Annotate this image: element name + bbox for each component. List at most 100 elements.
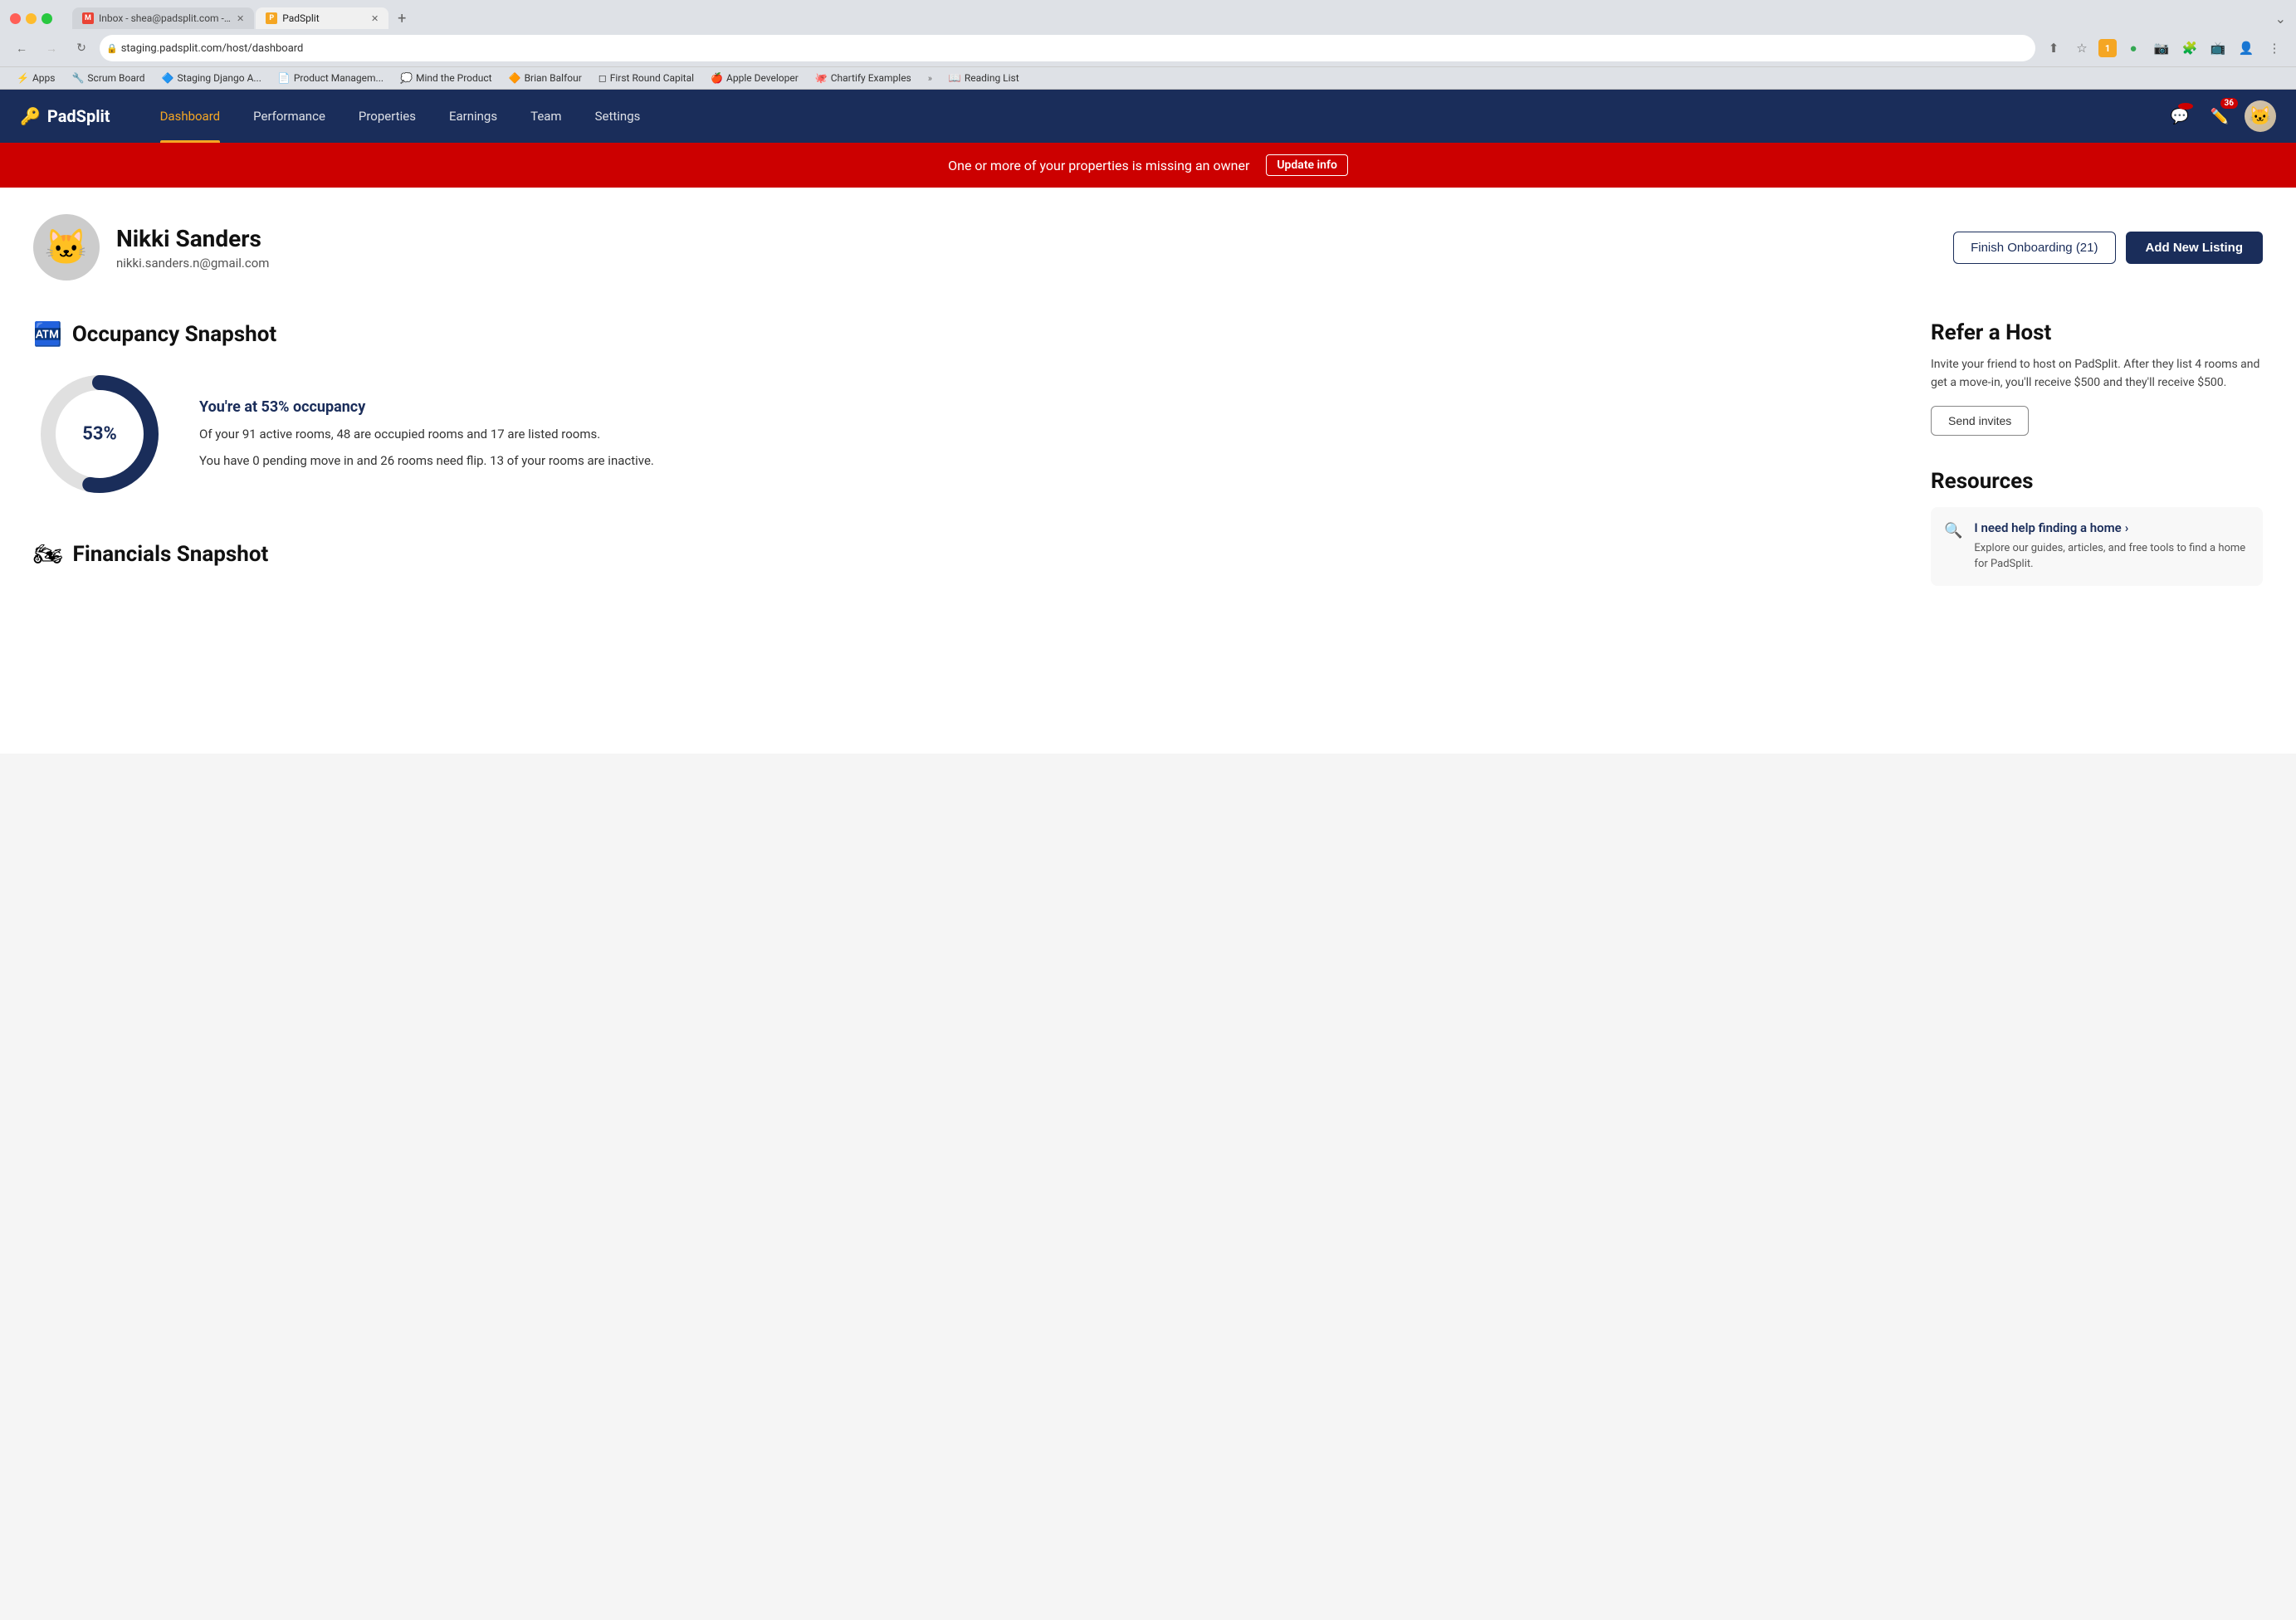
left-column: 🏧 Occupancy Snapshot 53% (33, 320, 1891, 588)
nav-link-properties[interactable]: Properties (342, 90, 432, 143)
nav-link-dashboard[interactable]: Dashboard (144, 90, 237, 143)
resource-content: I need help finding a home › Explore our… (1974, 520, 2250, 573)
refer-title: Refer a Host (1931, 320, 2263, 345)
edit-notifications-button[interactable]: ✏️ 36 (2205, 101, 2235, 131)
close-button[interactable] (10, 13, 21, 24)
bookmark-chartify[interactable]: 🐙 Chartify Examples (808, 71, 918, 85)
chat-icon: 💬 (2171, 108, 2189, 125)
nav-link-team[interactable]: Team (514, 90, 579, 143)
chevron-right-icon: › (2125, 520, 2129, 535)
add-new-listing-button[interactable]: Add New Listing (2126, 232, 2264, 264)
extension-yellow-icon[interactable]: 1 (2098, 39, 2117, 57)
tab-padsplit[interactable]: P PadSplit ✕ (256, 7, 388, 29)
right-column: Refer a Host Invite your friend to host … (1931, 320, 2263, 588)
donut-chart: 53% (33, 368, 166, 500)
extensions-icon[interactable]: 🧩 (2178, 37, 2201, 60)
more-menu-button[interactable]: ⋮ (2263, 37, 2286, 60)
extension-green-icon[interactable]: ● (2122, 37, 2145, 60)
avatar-image: 🐱 (2249, 106, 2271, 127)
bookmark-brian-label: Brian Balfour (525, 72, 582, 84)
profile-icon[interactable]: 👤 (2235, 37, 2258, 60)
resource-link-text: I need help finding a home › (1974, 520, 2250, 535)
share-icon[interactable]: ⬆ (2042, 37, 2065, 60)
search-icon: 🔍 (1944, 522, 1962, 539)
profile-avatar: 🐱 (33, 214, 100, 281)
occupancy-text: You're at 53% occupancy Of your 91 activ… (199, 398, 1891, 471)
bookmark-product[interactable]: 📄 Product Managem... (271, 71, 390, 85)
occupancy-section: 🏧 Occupancy Snapshot 53% (33, 320, 1891, 500)
bookmark-icon[interactable]: ☆ (2070, 37, 2093, 60)
nav-logo[interactable]: 🔑 PadSplit (20, 106, 110, 126)
main-content: 🐱 Nikki Sanders nikki.sanders.n@gmail.co… (0, 188, 2296, 614)
bookmark-mind-icon: 💭 (400, 72, 413, 84)
fullscreen-button[interactable] (42, 13, 52, 24)
back-button[interactable]: ← (10, 37, 33, 60)
occupancy-title: Occupancy Snapshot (72, 322, 276, 347)
new-tab-button[interactable]: + (390, 7, 413, 30)
padsplit-favicon: P (266, 12, 277, 24)
occupancy-icon: 🏧 (33, 320, 62, 348)
profile-name: Nikki Sanders (116, 225, 269, 252)
tab-gmail-label: Inbox - shea@padsplit.com - P... (99, 12, 232, 24)
browser-titlebar: M Inbox - shea@padsplit.com - P... ✕ P P… (0, 0, 2296, 30)
avatar-cat-image: 🐱 (45, 227, 88, 268)
nav-icons: 💬 ✏️ 36 🐱 (2165, 100, 2276, 132)
tab-list-button[interactable]: ⌄ (2275, 11, 2286, 27)
resource-item-find-home[interactable]: 🔍 I need help finding a home › Explore o… (1931, 507, 2263, 586)
bookmark-brian[interactable]: 🔶 Brian Balfour (502, 71, 589, 85)
update-info-link[interactable]: Update info (1266, 154, 1348, 176)
occupancy-detail-line2: You have 0 pending move in and 26 rooms … (199, 451, 1891, 471)
user-avatar[interactable]: 🐱 (2245, 100, 2276, 132)
bookmark-apps-icon: ⚡ (17, 72, 29, 84)
finish-onboarding-button[interactable]: Finish Onboarding (21) (1953, 232, 2115, 264)
financials-section: 🏍 Financials Snapshot (33, 540, 1891, 568)
bookmark-product-icon: 📄 (278, 72, 291, 84)
address-bar[interactable]: 🔒 staging.padsplit.com/host/dashboard (100, 35, 2035, 61)
alert-message: One or more of your properties is missin… (948, 158, 1249, 173)
nav-logo-text: PadSplit (47, 106, 110, 126)
notification-badge (2178, 103, 2193, 110)
minimize-button[interactable] (26, 13, 37, 24)
bookmark-brian-icon: 🔶 (509, 72, 521, 84)
camera-icon[interactable]: 📷 (2150, 37, 2173, 60)
bookmark-first-round[interactable]: ◻ First Round Capital (592, 71, 701, 85)
bookmark-apps-label: Apps (32, 72, 56, 84)
traffic-lights (10, 13, 52, 24)
lock-icon: 🔒 (106, 43, 118, 54)
bookmark-chartify-label: Chartify Examples (831, 72, 911, 84)
nav-link-performance[interactable]: Performance (237, 90, 342, 143)
nav-logo-icon: 🔑 (20, 106, 41, 126)
refer-card: Refer a Host Invite your friend to host … (1931, 320, 2263, 436)
alert-banner: One or more of your properties is missin… (0, 143, 2296, 188)
bookmark-apple[interactable]: 🍎 Apple Developer (704, 71, 805, 85)
address-text: staging.padsplit.com/host/dashboard (121, 42, 304, 55)
more-bookmarks[interactable]: » (921, 71, 939, 85)
notifications-button[interactable]: 💬 (2165, 101, 2195, 131)
donut-center-label: 53% (82, 424, 117, 445)
tab-padsplit-close[interactable]: ✕ (371, 13, 379, 24)
cast-icon[interactable]: 📺 (2206, 37, 2230, 60)
edit-badge: 36 (2220, 98, 2238, 109)
forward-button[interactable]: → (40, 37, 63, 60)
bookmark-apps[interactable]: ⚡ Apps (10, 71, 61, 85)
nav-link-settings[interactable]: Settings (579, 90, 657, 143)
bookmark-mind[interactable]: 💭 Mind the Product (393, 71, 499, 85)
occupancy-header: 🏧 Occupancy Snapshot (33, 320, 1891, 348)
top-nav: 🔑 PadSplit Dashboard Performance Propert… (0, 90, 2296, 143)
resources-card: Resources 🔍 I need help finding a home ›… (1931, 469, 2263, 586)
bookmark-reading-list[interactable]: 📖 Reading List (942, 71, 1026, 85)
resource-link-label: I need help finding a home (1974, 520, 2121, 535)
tab-gmail-close[interactable]: ✕ (237, 13, 244, 24)
reading-list-label: Reading List (965, 72, 1019, 84)
bookmark-staging[interactable]: 🔷 Staging Django A... (155, 71, 268, 85)
refer-description: Invite your friend to host on PadSplit. … (1931, 355, 2263, 393)
send-invites-button[interactable]: Send invites (1931, 406, 2029, 436)
nav-link-earnings[interactable]: Earnings (432, 90, 514, 143)
dashboard-grid: 🏧 Occupancy Snapshot 53% (33, 320, 2263, 588)
reload-button[interactable]: ↻ (70, 37, 93, 60)
bookmark-product-label: Product Managem... (294, 72, 383, 84)
browser-toolbar: ← → ↻ 🔒 staging.padsplit.com/host/dashbo… (0, 30, 2296, 66)
tab-gmail[interactable]: M Inbox - shea@padsplit.com - P... ✕ (72, 7, 254, 29)
app-wrapper: 🔑 PadSplit Dashboard Performance Propert… (0, 90, 2296, 754)
bookmark-scrum[interactable]: 🔧 Scrum Board (65, 71, 151, 85)
